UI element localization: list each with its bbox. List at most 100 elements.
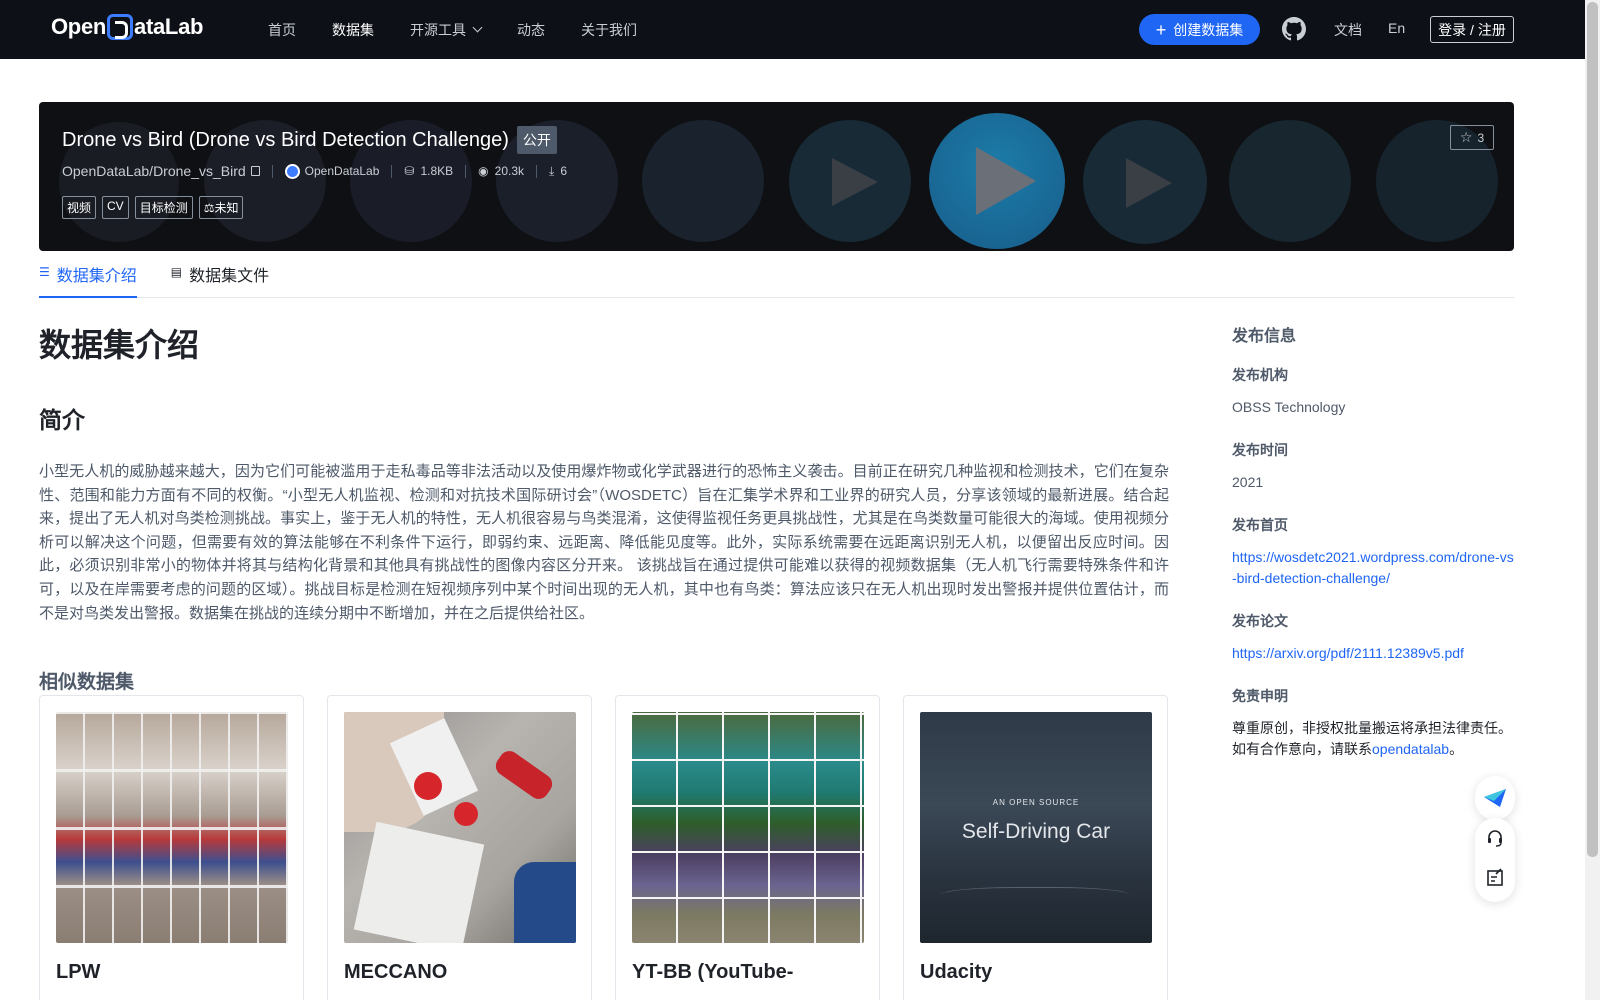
- copy-icon[interactable]: [250, 166, 260, 176]
- tab-intro-label: 数据集介绍: [56, 268, 137, 285]
- similar-datasets-heading: 相似数据集: [39, 672, 135, 694]
- similar-dataset-title: YT-BB (YouTube-: [632, 961, 794, 983]
- similar-dataset-title: MECCANO: [344, 961, 448, 983]
- homepage-link-wrap: https://wosdetc2021.wordpress.com/drone-…: [1232, 547, 1517, 589]
- login-register-button[interactable]: 登录 / 注册: [1430, 16, 1514, 43]
- lpw-thumbnail: [56, 712, 288, 943]
- nav-open-tools-label: 开源工具: [410, 21, 466, 38]
- floating-feishu: [1475, 776, 1515, 820]
- intro-heading: 数据集介绍: [39, 327, 200, 363]
- nav-open-tools[interactable]: 开源工具: [410, 20, 483, 40]
- play-icon: [832, 158, 878, 206]
- feishu-button[interactable]: [1475, 776, 1515, 820]
- divider: [536, 164, 538, 178]
- disclaimer-end: 。: [1449, 741, 1464, 757]
- dataset-description: 小型无人机的威胁越来越大，因为它们可能被滥用于走私毒品等非法活动以及使用爆炸物或…: [39, 463, 1169, 622]
- star-button[interactable]: ☆ 3: [1450, 125, 1494, 150]
- storage-icon: ⛁: [404, 164, 415, 178]
- publish-time-value: 2021: [1232, 474, 1264, 490]
- publish-info-heading: 发布信息: [1232, 328, 1297, 345]
- similar-dataset-title: LPW: [56, 961, 101, 983]
- scrollbar-thumb[interactable]: [1587, 2, 1598, 857]
- headset-icon: [1488, 830, 1502, 847]
- publisher-value: OBSS Technology: [1232, 399, 1346, 415]
- dataset-banner: Drone vs Bird (Drone vs Bird Detection C…: [39, 102, 1514, 251]
- org-avatar: [284, 163, 300, 179]
- language-switch[interactable]: En: [1388, 20, 1405, 36]
- views-stat: ◉ 20.3k: [478, 164, 524, 178]
- similar-dataset-card[interactable]: YT-BB (YouTube-: [615, 695, 880, 1000]
- top-navbar: Open ataLab 首页 数据集 开源工具 动态 关于我们 + 创建数据集 …: [0, 0, 1585, 59]
- eye-icon: ◉: [478, 164, 489, 178]
- create-dataset-button[interactable]: + 创建数据集: [1139, 14, 1260, 45]
- tab-files-label: 数据集文件: [189, 268, 270, 285]
- scale-icon: ⚖: [203, 201, 215, 215]
- paper-plane-icon: [1484, 789, 1506, 807]
- tag-license-label: 未知: [214, 201, 239, 215]
- github-icon[interactable]: [1282, 17, 1306, 41]
- download-icon: ⤓: [549, 163, 555, 178]
- disclaimer-label: 免责申明: [1232, 688, 1288, 704]
- udacity-overlay-big: Self-Driving Car: [961, 820, 1111, 843]
- paper-link-wrap: https://arxiv.org/pdf/2111.12389v5.pdf: [1232, 643, 1517, 664]
- file-icon: ▤: [170, 265, 183, 279]
- size-value: 1.8KB: [420, 164, 454, 178]
- tab-intro[interactable]: ☰ 数据集介绍: [39, 262, 137, 298]
- nav-about[interactable]: 关于我们: [581, 20, 637, 40]
- docs-link[interactable]: 文档: [1334, 20, 1362, 40]
- similar-datasets-list: LPW MECCANO YT-BB (YouTube- AN OPEN SOUR…: [39, 695, 1191, 1000]
- nav-home[interactable]: 首页: [268, 20, 296, 40]
- star-count: 3: [1477, 130, 1485, 145]
- divider: [465, 164, 467, 178]
- org-link[interactable]: OpenDataLab: [284, 163, 380, 179]
- play-icon: [976, 147, 1036, 215]
- summary-heading: 简介: [39, 407, 85, 433]
- dataset-meta: OpenDataLab/Drone_vs_Bird OpenDataLab ⛁ …: [62, 163, 567, 179]
- logo-text-right: ataLab: [134, 14, 204, 39]
- repo-path: OpenDataLab/Drone_vs_Bird: [62, 163, 246, 179]
- tag-video[interactable]: 视频: [62, 196, 97, 219]
- support-button[interactable]: [1475, 818, 1515, 858]
- tab-files[interactable]: ▤ 数据集文件: [171, 262, 269, 298]
- similar-dataset-card[interactable]: AN OPEN SOURCE Self-Driving Car Udacity: [903, 695, 1168, 1000]
- nav-datasets[interactable]: 数据集: [332, 20, 374, 40]
- publisher-label: 发布机构: [1232, 367, 1288, 383]
- publish-time-label: 发布时间: [1232, 442, 1288, 458]
- downloads-value: 6: [560, 164, 568, 178]
- similar-dataset-card[interactable]: LPW: [39, 695, 304, 1000]
- banner-bubble: [642, 120, 764, 242]
- org-name: OpenDataLab: [304, 164, 380, 178]
- paper-label: 发布论文: [1232, 613, 1288, 629]
- homepage-label: 发布首页: [1232, 517, 1288, 533]
- similar-dataset-title: Udacity: [920, 961, 993, 983]
- database-icon: ☰: [39, 265, 50, 279]
- paper-link[interactable]: https://arxiv.org/pdf/2111.12389v5.pdf: [1232, 645, 1464, 661]
- udacity-overlay-small: AN OPEN SOURCE: [992, 798, 1080, 807]
- floating-toolbar: [1475, 818, 1515, 902]
- page-scrollbar[interactable]: [1585, 0, 1600, 1000]
- logo-text-left: Open: [51, 14, 107, 39]
- meccano-thumbnail: [344, 712, 576, 943]
- nav-news[interactable]: 动态: [517, 20, 545, 40]
- tag-license[interactable]: ⚖未知: [198, 196, 244, 219]
- similar-dataset-card[interactable]: MECCANO: [327, 695, 592, 1000]
- tag-cv[interactable]: CV: [102, 196, 129, 219]
- publish-info-panel: 发布信息 发布机构 OBSS Technology 发布时间 2021 发布首页…: [1232, 322, 1517, 760]
- logo-d-mark-icon: [107, 14, 134, 40]
- ytbb-thumbnail: [632, 712, 864, 943]
- opendatalab-logo[interactable]: Open ataLab: [51, 14, 203, 40]
- downloads-stat: ⤓ 6: [549, 164, 567, 179]
- dataset-title-row: Drone vs Bird (Drone vs Bird Detection C…: [62, 126, 557, 154]
- plus-icon: +: [1155, 19, 1167, 40]
- tag-object-detection[interactable]: 目标检测: [134, 196, 193, 219]
- main-nav: 首页 数据集 开源工具 动态 关于我们: [268, 0, 673, 59]
- chevron-down-icon: [472, 22, 483, 33]
- dataset-title: Drone vs Bird (Drone vs Bird Detection C…: [62, 128, 509, 151]
- dataset-tags: 视频 CV 目标检测 ⚖未知: [62, 196, 249, 219]
- feedback-button[interactable]: [1475, 858, 1515, 898]
- star-icon: ☆: [1459, 129, 1473, 145]
- play-icon: [1126, 158, 1172, 208]
- udacity-thumbnail: AN OPEN SOURCE Self-Driving Car: [920, 712, 1152, 943]
- contact-link[interactable]: opendatalab: [1372, 741, 1449, 757]
- homepage-link[interactable]: https://wosdetc2021.wordpress.com/drone-…: [1232, 549, 1514, 586]
